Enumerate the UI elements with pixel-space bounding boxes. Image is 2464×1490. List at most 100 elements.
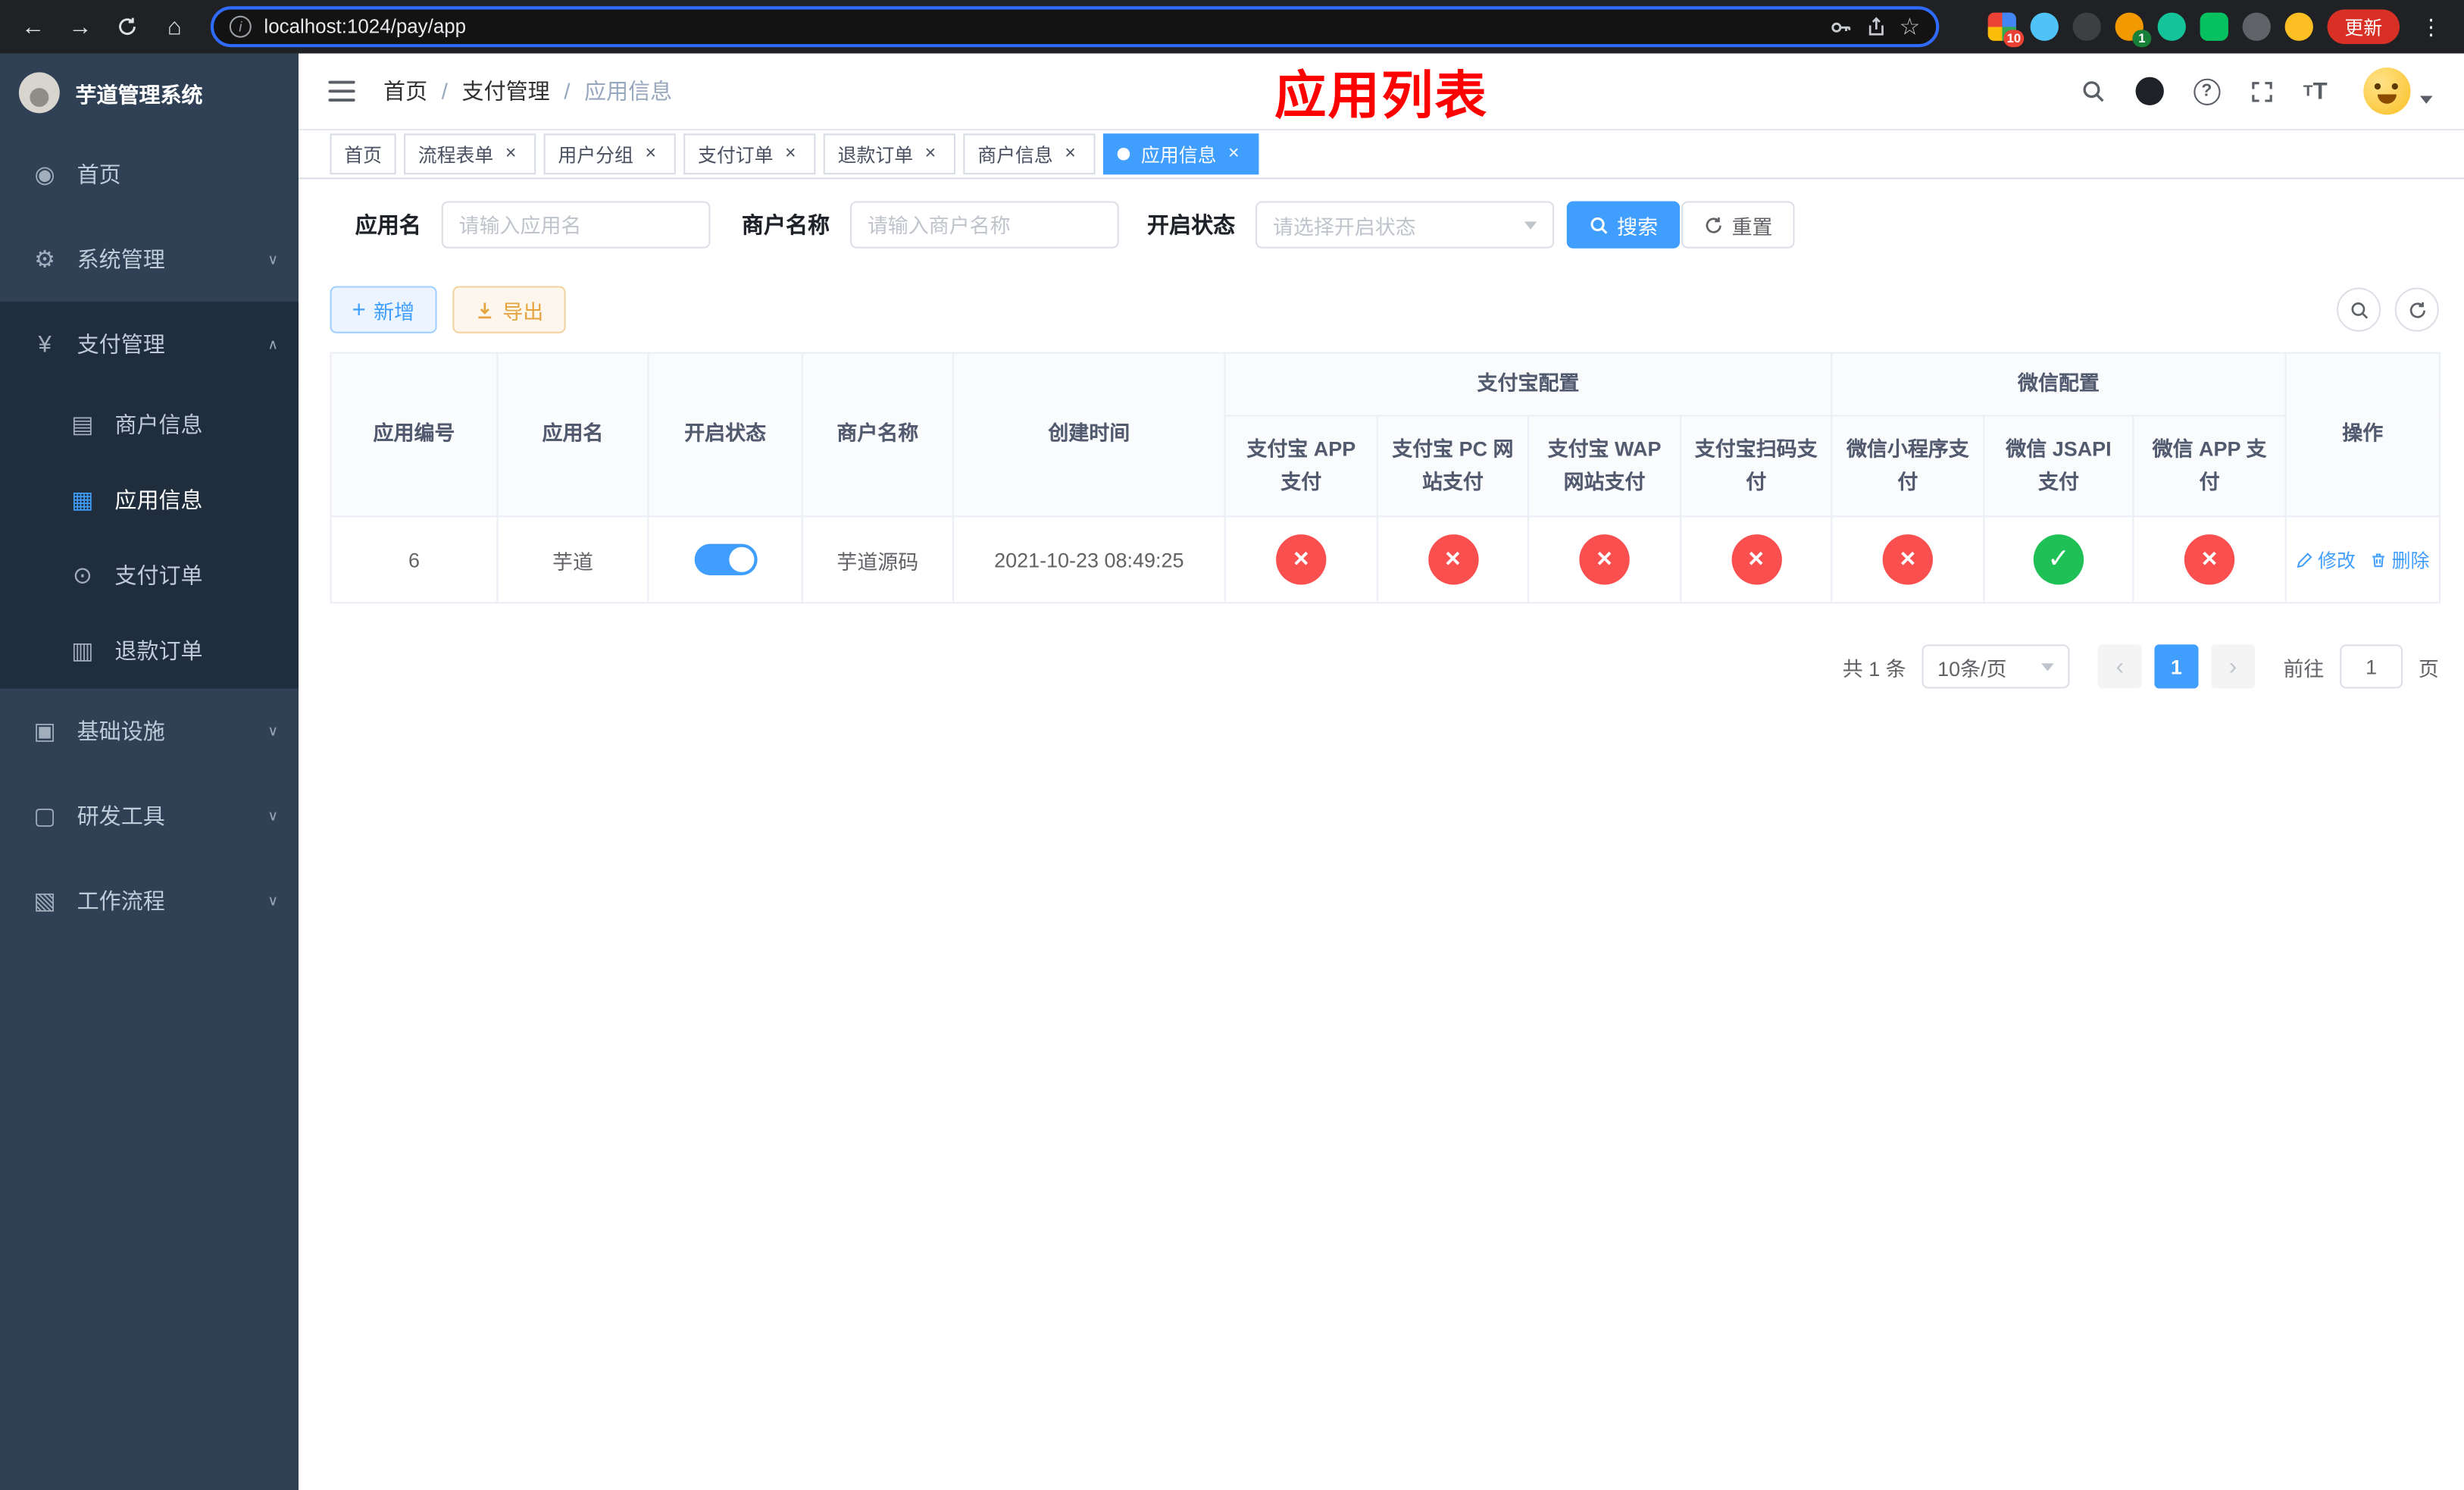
reload-button[interactable]	[107, 6, 148, 47]
goto-page-input[interactable]	[2340, 644, 2403, 689]
tab-refund-order[interactable]: 退款订单 ×	[823, 133, 956, 175]
sidebar-item-workflow[interactable]: ▧ 工作流程 ∨	[0, 858, 299, 943]
back-button[interactable]: ←	[13, 6, 54, 47]
cell-created: 2021-10-23 08:49:25	[952, 515, 1226, 604]
next-page-button[interactable]: ›	[2211, 644, 2256, 689]
download-icon	[477, 302, 491, 318]
chevron-down-icon: ∨	[267, 722, 279, 738]
sidebar-item-pay-order[interactable]: ⊙ 支付订单	[0, 537, 299, 613]
cell-config: ×	[2132, 515, 2287, 604]
col-header-app-name: 应用名	[496, 352, 649, 518]
browser-toolbar: ← → ⌂ i localhost:1024/pay/app ☆ 10 1 更新…	[0, 0, 2464, 54]
github-icon[interactable]	[2134, 77, 2164, 105]
status-icon: ×	[1427, 534, 1478, 585]
app-name-input[interactable]	[441, 201, 711, 249]
refund-order-icon: ▥	[71, 638, 94, 665]
chevron-up-icon: ∧	[267, 335, 279, 352]
enable-toggle[interactable]	[693, 543, 757, 576]
select-placeholder: 请选择开启状态	[1272, 214, 1416, 239]
close-tab-icon[interactable]: ×	[1223, 142, 1245, 165]
font-size-icon[interactable]: TT	[2303, 78, 2328, 105]
sidebar-item-app-info[interactable]: ▦ 应用信息	[0, 462, 299, 538]
reload-icon	[119, 17, 136, 36]
search-icon[interactable]	[2080, 79, 2105, 104]
tab-home[interactable]: 首页	[330, 133, 396, 175]
close-tab-icon[interactable]: ×	[639, 142, 661, 165]
extension-icon[interactable]	[2030, 12, 2059, 41]
tab-pay-order[interactable]: 支付订单 ×	[683, 133, 816, 175]
extension-icon[interactable]	[2072, 12, 2101, 41]
search-icon	[1590, 216, 1608, 233]
close-tab-icon[interactable]: ×	[500, 142, 522, 165]
hamburger-icon[interactable]	[322, 74, 361, 108]
forward-button[interactable]: →	[60, 6, 101, 47]
user-avatar-menu[interactable]	[2363, 67, 2433, 115]
export-button[interactable]: 导出	[452, 286, 566, 333]
status-icon: ×	[1882, 534, 1934, 585]
toggle-search-button[interactable]	[2337, 287, 2381, 332]
chevron-down-icon	[2419, 95, 2433, 103]
help-icon[interactable]: ?	[2193, 77, 2220, 105]
url-text[interactable]: localhost:1024/pay/app	[264, 16, 1815, 38]
page-number-current[interactable]: 1	[2154, 644, 2199, 689]
prev-page-button[interactable]: ‹	[2097, 644, 2142, 689]
sidebar-item-infra[interactable]: ▣ 基础设施 ∨	[0, 688, 299, 773]
status-select[interactable]: 请选择开启状态	[1255, 201, 1555, 249]
extension-icon[interactable]	[2200, 12, 2228, 41]
delete-button[interactable]: 删除	[2370, 546, 2429, 573]
breadcrumb-item[interactable]: 首页	[383, 76, 427, 107]
close-tab-icon[interactable]: ×	[1059, 142, 1081, 165]
close-tab-icon[interactable]: ×	[919, 142, 941, 165]
extension-icon[interactable]: 10	[1987, 12, 2025, 48]
table-row: 6 芋道 芋道源码 2021-10-23 08:49:25 × × × × ×	[330, 515, 2441, 604]
address-bar[interactable]: i localhost:1024/pay/app ☆	[210, 6, 1940, 48]
cell-app-name: 芋道	[496, 515, 649, 604]
merchant-name-input[interactable]	[850, 201, 1119, 249]
sidebar-item-merchant-info[interactable]: ▤ 商户信息	[0, 387, 299, 462]
sidebar-item-refund-order[interactable]: ▥ 退款订单	[0, 613, 299, 689]
share-icon[interactable]	[1865, 16, 1887, 38]
refresh-table-button[interactable]	[2394, 287, 2439, 332]
chrome-update-button[interactable]: 更新	[2327, 9, 2400, 45]
edit-button[interactable]: 修改	[2296, 546, 2356, 573]
goto-label: 前往	[2283, 656, 2325, 681]
home-button[interactable]: ⌂	[154, 6, 195, 47]
sidebar-item-payment[interactable]: ¥ 支付管理 ∧	[0, 302, 299, 387]
tab-app-info[interactable]: 应用信息 ×	[1103, 133, 1259, 175]
search-button[interactable]: 搜索	[1566, 201, 1681, 249]
search-form: 应用名 商户名称 开启状态 请选择开启状态 搜索	[355, 201, 2464, 249]
app-table: 应用编号 应用名 开启状态 商户名称 创建时间 支付宝配置 微信配置 操作 支付…	[330, 352, 2441, 604]
fullscreen-icon[interactable]	[2250, 80, 2273, 103]
goto-unit: 页	[2418, 656, 2439, 681]
breadcrumb-separator: /	[441, 78, 448, 104]
extension-icon[interactable]	[2284, 12, 2313, 41]
payment-submenu: ▤ 商户信息 ▦ 应用信息 ⊙ 支付订单 ▥ 退款订单	[0, 387, 299, 689]
extension-badge: 1	[2132, 30, 2152, 48]
password-key-icon[interactable]	[1828, 15, 1852, 39]
close-tab-icon[interactable]: ×	[780, 142, 802, 165]
sidebar-item-devtools[interactable]: ▢ 研发工具 ∨	[0, 773, 299, 858]
sub-header: 微信 APP 支付	[2132, 415, 2287, 518]
tab-process-form[interactable]: 流程表单 ×	[404, 133, 536, 175]
sub-header: 支付宝 APP 支付	[1224, 415, 1378, 518]
reset-button[interactable]: 重置	[1681, 201, 1795, 249]
sidebar-logo[interactable]: 芋道管理系统	[0, 54, 299, 133]
browser-menu-icon[interactable]: ⋮	[2414, 14, 2449, 40]
extension-icon[interactable]	[2157, 12, 2186, 41]
tab-user-group[interactable]: 用户分组 ×	[543, 133, 676, 175]
cell-config: ✓	[1983, 515, 2134, 604]
sidebar-item-system[interactable]: ⚙ 系统管理 ∨	[0, 217, 299, 302]
page-size-select[interactable]: 10条/页	[1921, 644, 2070, 689]
site-info-icon[interactable]: i	[229, 15, 252, 38]
add-button[interactable]: + 新增	[330, 286, 437, 333]
extension-icon[interactable]: 1	[2115, 12, 2152, 48]
breadcrumb-item[interactable]: 支付管理	[462, 76, 550, 107]
status-icon: ×	[1276, 534, 1327, 585]
group-header-alipay: 支付宝配置	[1224, 352, 1833, 417]
status-icon: ×	[1731, 534, 1781, 585]
bookmark-star-icon[interactable]: ☆	[1900, 13, 1921, 41]
tab-merchant-info[interactable]: 商户信息 ×	[963, 133, 1096, 175]
refresh-icon	[1706, 216, 1721, 233]
extension-icon[interactable]	[2242, 12, 2271, 41]
sidebar-item-home[interactable]: ◉ 首页	[0, 132, 299, 217]
